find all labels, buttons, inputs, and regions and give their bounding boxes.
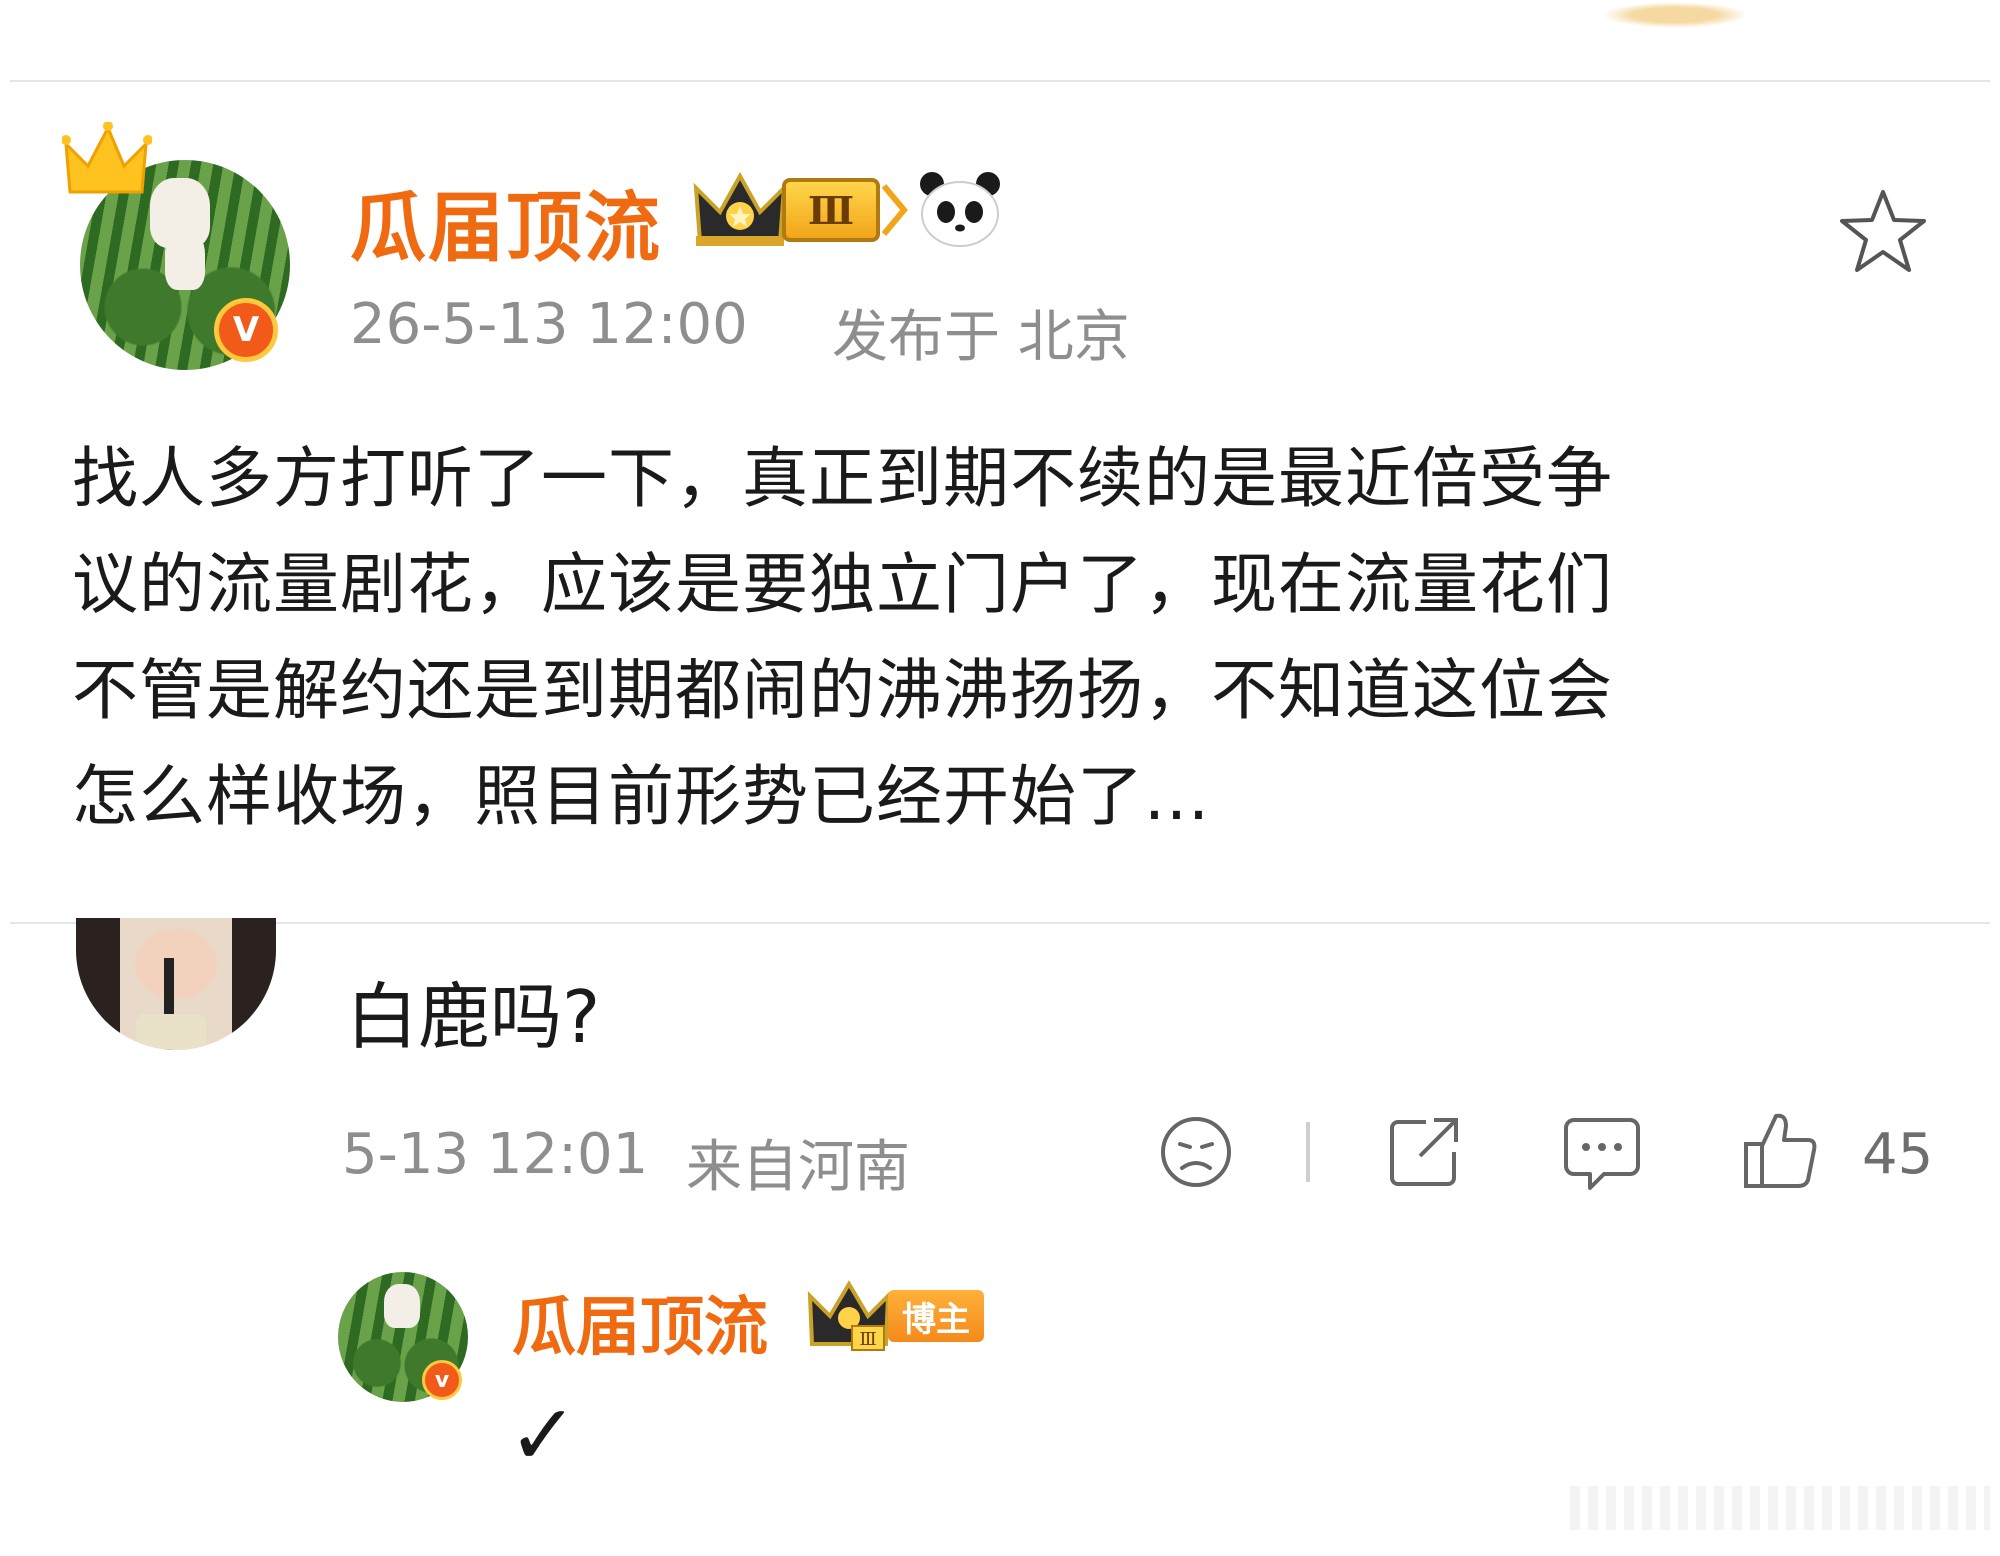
post-text-line: 找人多方打听了一下，真正到期不续的是最近倍受争 (72, 440, 1613, 517)
blogger-badge[interactable]: Ⅲ 博主 (806, 1280, 984, 1352)
post-body: 找人多方打听了一下，真正到期不续的是最近倍受争 议的流量剧花，应该是要独立门户了… (72, 426, 1972, 850)
thumbs-up-icon[interactable] (1742, 1110, 1820, 1192)
commenter-avatar[interactable] (76, 918, 276, 1050)
crown-icon (693, 171, 787, 246)
user-level-badge[interactable]: Ⅲ (692, 170, 910, 250)
top-decoration (1590, 0, 1760, 30)
panda-icon (920, 172, 1000, 247)
post-text-line: 不管是解约还是到期都闹的沸沸扬扬，不知道这位会 (72, 652, 1613, 729)
verified-badge: v (422, 1360, 462, 1400)
reply-author-name[interactable]: 瓜届顶流 (512, 1276, 768, 1368)
comment-location: 来自河南 (686, 1135, 910, 1200)
post-location: 发布于 北京 (832, 305, 1130, 370)
chevron-right-icon (881, 184, 908, 236)
like-count: 45 (1862, 1122, 1934, 1187)
comment-divider (10, 922, 1990, 924)
post-author-name[interactable]: 瓜届顶流 (350, 166, 662, 276)
level-label: Ⅲ (782, 178, 880, 242)
reply-author-avatar[interactable]: v (338, 1272, 468, 1402)
share-icon[interactable] (1386, 1114, 1462, 1190)
level-label-mini: Ⅲ (859, 1329, 876, 1350)
post-timestamp: 26-5-13 12:00 (350, 292, 748, 357)
star-icon[interactable] (1838, 188, 1928, 274)
comment-text: 白鹿吗? (346, 975, 601, 1059)
comment-timestamp: 5-13 12:01 (342, 1122, 649, 1187)
action-separator (1306, 1122, 1310, 1182)
verified-badge: V (214, 298, 278, 362)
role-tag: 博主 (888, 1290, 984, 1342)
top-divider (10, 80, 1990, 82)
watermark (1570, 1486, 1990, 1530)
post-text-line: 议的流量剧花，应该是要独立门户了，现在流量花们 (72, 546, 1613, 623)
sad-face-icon[interactable] (1158, 1114, 1234, 1190)
comment-icon[interactable] (1562, 1114, 1642, 1194)
crown-icon: Ⅲ (807, 1280, 891, 1351)
crown-icon (62, 122, 152, 194)
post-text-line: 怎么样收场，照目前形势已经开始了... (72, 758, 1210, 835)
reply-text: ✓ (508, 1386, 579, 1484)
